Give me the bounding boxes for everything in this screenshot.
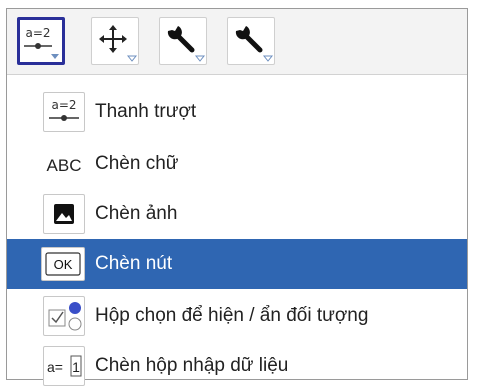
text-icon-text: ABC bbox=[47, 156, 82, 175]
button-icon-text: OK bbox=[54, 257, 73, 272]
wrench-icon bbox=[235, 26, 274, 62]
menu-item-label: Chèn chữ bbox=[95, 153, 179, 174]
menu-item-image[interactable]: Chèn ảnh bbox=[7, 189, 467, 239]
text-icon: ABC bbox=[43, 144, 85, 184]
menu-item-label: Chèn hộp nhập dữ liệu bbox=[95, 355, 289, 376]
slider-icon-text: a=2 bbox=[51, 98, 76, 112]
menu-item-button[interactable]: OK Chèn nút bbox=[7, 239, 467, 289]
tools-button-1[interactable] bbox=[159, 17, 207, 65]
button-icon: OK bbox=[41, 247, 85, 281]
image-icon bbox=[43, 194, 85, 234]
menu-item-label: Chèn ảnh bbox=[95, 203, 178, 224]
slider-icon: a=2 bbox=[43, 92, 85, 132]
menu-item-text[interactable]: ABC Chèn chữ bbox=[7, 139, 467, 189]
toolbar: a=2 bbox=[7, 9, 467, 75]
menu-item-input-box[interactable]: a= 1 Chèn hộp nhập dữ liệu bbox=[7, 341, 467, 391]
menu-item-label: Hộp chọn để hiện / ẩn đối tượng bbox=[95, 305, 369, 326]
menu-item-checkbox[interactable]: Hộp chọn để hiện / ẩn đối tượng bbox=[7, 291, 467, 341]
wrench-icon bbox=[167, 26, 206, 62]
menu-item-label: Thanh trượt bbox=[95, 101, 197, 122]
tool-palette: a=2 a=2 Thanh trượt ABC Chèn chữ Chèn ản… bbox=[6, 8, 468, 386]
slider-icon-text: a=2 bbox=[25, 26, 50, 40]
menu-item-label: Chèn nút bbox=[95, 253, 173, 274]
menu-item-slider[interactable]: a=2 Thanh trượt bbox=[7, 87, 467, 137]
slider-icon: a=2 bbox=[24, 26, 59, 59]
slider-tool-button[interactable]: a=2 bbox=[17, 17, 65, 65]
input-box-icon-text: a= bbox=[47, 359, 63, 375]
input-box-icon-value: 1 bbox=[72, 359, 80, 375]
move-icon bbox=[99, 25, 138, 62]
input-box-icon: a= 1 bbox=[43, 346, 85, 386]
move-tool-button[interactable] bbox=[91, 17, 139, 65]
checkbox-icon bbox=[43, 296, 85, 336]
tools-button-2[interactable] bbox=[227, 17, 275, 65]
